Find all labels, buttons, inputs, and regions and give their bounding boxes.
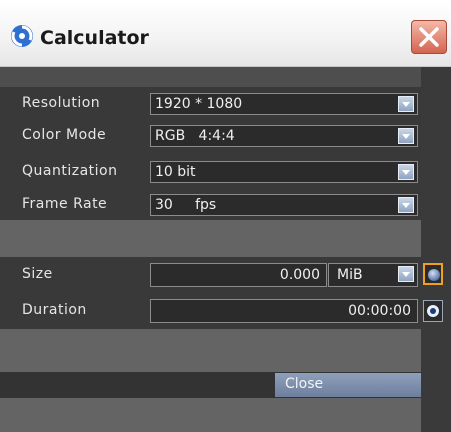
color-mode-value: RGB 4:4:4 bbox=[155, 128, 235, 144]
window-title: Calculator bbox=[40, 27, 149, 49]
color-mode-label: Color Mode bbox=[22, 127, 107, 143]
close-icon bbox=[419, 27, 439, 47]
calculator-app-icon bbox=[11, 25, 33, 47]
frame-rate-select[interactable]: 30 fps bbox=[150, 194, 418, 216]
spacer-band bbox=[0, 398, 421, 432]
radio-icon bbox=[427, 305, 439, 317]
chevron-down-icon[interactable] bbox=[398, 164, 414, 180]
duration-label: Duration bbox=[22, 302, 87, 318]
size-value: 0.000 bbox=[279, 267, 320, 283]
quantization-label: Quantization bbox=[22, 163, 118, 179]
close-button[interactable]: Close bbox=[275, 373, 421, 397]
chevron-down-icon[interactable] bbox=[398, 266, 414, 282]
frame-rate-value: 30 fps bbox=[155, 197, 217, 213]
size-unit-value: MiB bbox=[337, 267, 363, 283]
size-label: Size bbox=[22, 266, 53, 282]
duration-field[interactable]: 00:00:00 bbox=[150, 299, 418, 323]
spacer-band bbox=[0, 220, 421, 257]
color-mode-select[interactable]: RGB 4:4:4 bbox=[150, 125, 418, 147]
quantization-select[interactable]: 10 bit bbox=[150, 161, 418, 183]
frame-rate-label: Frame Rate bbox=[22, 196, 108, 212]
duration-radio[interactable] bbox=[423, 300, 443, 322]
resolution-value: 1920 * 1080 bbox=[155, 96, 243, 112]
chevron-down-icon[interactable] bbox=[398, 128, 414, 144]
resolution-select[interactable]: 1920 * 1080 bbox=[150, 93, 418, 115]
size-field[interactable]: 0.000 bbox=[150, 263, 327, 287]
size-unit-select[interactable]: MiB bbox=[328, 263, 418, 287]
title-bar: Calculator bbox=[0, 0, 451, 67]
calculator-window: Calculator Resolution 1920 * 1080 Color … bbox=[0, 0, 451, 432]
radio-icon bbox=[428, 269, 440, 281]
chevron-down-icon[interactable] bbox=[398, 96, 414, 112]
spacer-band bbox=[0, 67, 421, 87]
close-window-button[interactable] bbox=[411, 20, 447, 54]
spacer-band bbox=[0, 329, 421, 372]
resolution-label: Resolution bbox=[22, 95, 101, 111]
duration-value: 00:00:00 bbox=[348, 303, 411, 319]
close-button-label: Close bbox=[285, 376, 324, 392]
chevron-down-icon[interactable] bbox=[398, 197, 414, 213]
quantization-value: 10 bit bbox=[155, 164, 196, 180]
size-radio[interactable] bbox=[423, 263, 443, 285]
